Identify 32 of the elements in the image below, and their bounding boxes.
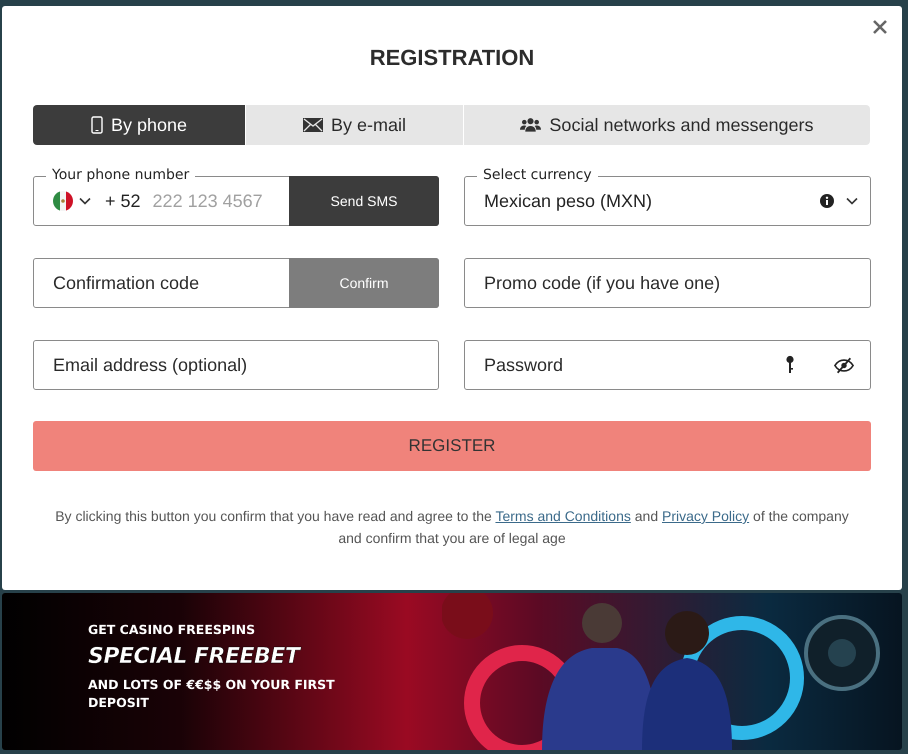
banner-offer: AND LOTS OF €€$$ ON YOUR FIRST DEPOSIT xyxy=(88,676,336,712)
privacy-link[interactable]: Privacy Policy xyxy=(662,508,750,524)
close-icon[interactable] xyxy=(872,19,888,35)
promo-banner[interactable]: GET CASINO FREESPINS SPECIAL FREEBET AND LOTS OF €€$$ ON YOUR FIRST DEPOSIT xyxy=(2,593,902,750)
email-field[interactable]: Email address (optional) xyxy=(33,340,439,390)
chevron-down-icon[interactable] xyxy=(79,197,91,205)
tab[interactable]: Social networks and messengers xyxy=(464,105,870,145)
register-button[interactable]: REGISTER xyxy=(33,421,871,471)
field-label: Select currency xyxy=(477,166,598,184)
banner-headline: SPECIAL FREEBET xyxy=(88,643,302,671)
phone-input[interactable]: 222 123 4567 xyxy=(152,186,289,216)
hidden-eye-icon[interactable] xyxy=(834,356,854,374)
field-label: Your phone number xyxy=(46,166,196,184)
tab[interactable]: By e-mail xyxy=(246,105,464,145)
tab[interactable]: By phone xyxy=(33,105,246,145)
terms-notice: By clicking this button you confirm that you have read and agree to the Terms and Conditions and Privacy Policy of the company and confirm that you are of legal age xyxy=(54,507,850,548)
banner-tagline: GET CASINO FREESPINS xyxy=(88,622,256,638)
currency-value: Mexican peso (MXN) xyxy=(484,190,654,212)
send-sms-button[interactable]: Send SMS xyxy=(289,176,439,226)
mexico-flag-icon[interactable] xyxy=(53,191,73,211)
country-code: + 52 xyxy=(105,190,141,212)
chevron-down-icon[interactable] xyxy=(846,197,858,205)
promo-code-field[interactable]: Promo code (if you have one) xyxy=(464,258,871,308)
key-icon[interactable] xyxy=(786,355,794,375)
envelope-icon xyxy=(302,118,323,132)
info-icon[interactable] xyxy=(820,194,834,208)
terms-link[interactable]: Terms and Conditions xyxy=(495,508,631,524)
dialog-title: REGISTRATION xyxy=(368,44,536,72)
phone-icon xyxy=(90,116,103,134)
password-input[interactable]: Password xyxy=(484,350,786,380)
users-icon xyxy=(520,117,542,133)
password-field[interactable]: Password xyxy=(464,340,871,390)
